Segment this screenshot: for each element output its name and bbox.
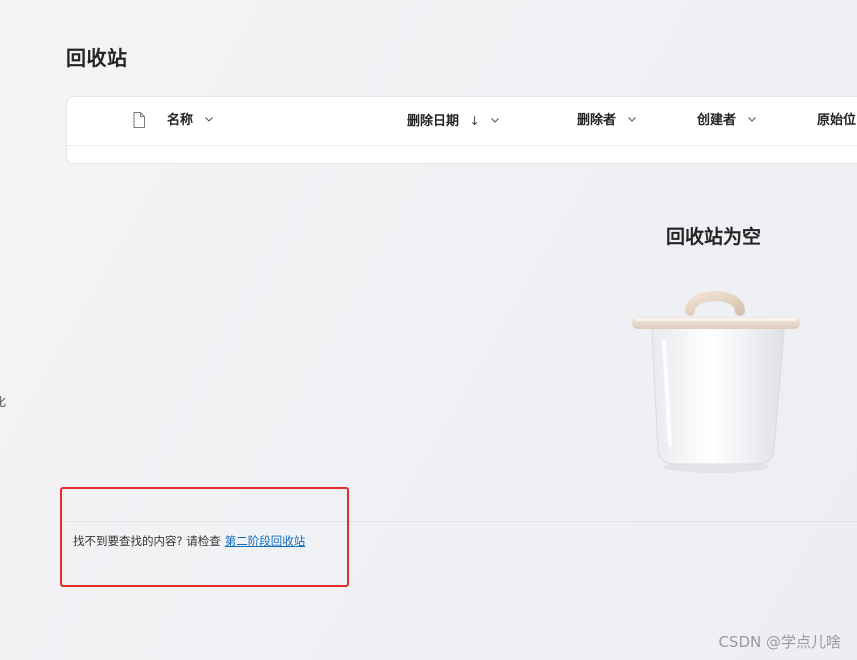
chevron-down-icon xyxy=(627,116,636,122)
chevron-down-icon xyxy=(204,116,213,122)
recycle-bin-list: 名称 删除日期 ↓ 删除者 创建者 原始位 xyxy=(66,96,857,164)
page-title: 回收站 xyxy=(66,46,128,70)
column-header-deleted-by[interactable]: 删除者 xyxy=(577,97,637,145)
column-header-name[interactable]: 名称 xyxy=(167,97,214,145)
empty-state-title: 回收站为空 xyxy=(666,226,762,248)
chevron-down-icon xyxy=(491,117,500,123)
column-header-deleted-by-label: 删除者 xyxy=(577,113,617,128)
column-header-created-by[interactable]: 创建者 xyxy=(697,97,757,145)
column-header-deleted-date[interactable]: 删除日期 ↓ xyxy=(407,97,500,145)
recycle-bin-icon xyxy=(632,291,800,473)
column-header-original-location[interactable]: 原始位 xyxy=(817,97,856,145)
chevron-down-icon xyxy=(747,116,756,122)
column-header-created-by-label: 创建者 xyxy=(697,113,737,128)
second-stage-recycle-bin-link[interactable]: 第二阶段回收站 xyxy=(225,534,306,548)
column-header-original-location-label: 原始位 xyxy=(817,113,857,128)
footer-text: 找不到要查找的内容? 请检查 xyxy=(73,534,221,548)
sort-descending-icon: ↓ xyxy=(469,114,480,128)
footer-message: 找不到要查找的内容? 请检查 第二阶段回收站 xyxy=(73,533,305,549)
column-header-name-label: 名称 xyxy=(167,113,194,128)
watermark: CSDN @学点儿啥 xyxy=(718,633,841,651)
left-edge-text: 化 xyxy=(0,395,7,409)
column-header-deleted-date-label: 删除日期 xyxy=(407,114,460,129)
file-icon xyxy=(133,112,145,128)
list-header-row: 名称 删除日期 ↓ 删除者 创建者 原始位 xyxy=(67,97,857,146)
